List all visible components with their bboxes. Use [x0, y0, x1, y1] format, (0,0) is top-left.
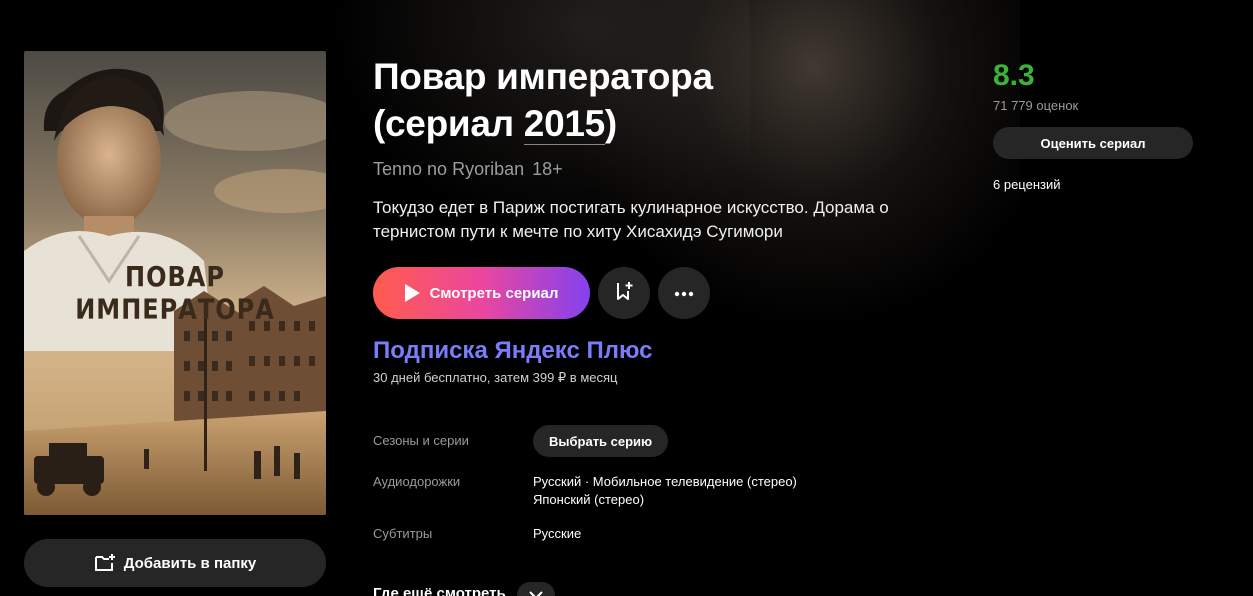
seasons-label: Сезоны и серии: [373, 433, 469, 448]
choose-episode-button[interactable]: Выбрать серию: [533, 425, 669, 457]
more-dots-icon: [674, 284, 694, 302]
chevron-down-icon: [529, 586, 543, 596]
title-line2: (сериал 2015): [373, 100, 793, 147]
bookmark-button[interactable]: [598, 267, 650, 319]
subscription-subtitle: 30 дней бесплатно, затем 399 ₽ в месяц: [373, 370, 618, 385]
subscription-title[interactable]: Подписка Яндекс Плюс: [373, 337, 653, 365]
folder-plus-icon: [94, 553, 116, 573]
subtitles-value: Русские: [533, 526, 582, 541]
title-line1: Повар императора: [373, 56, 713, 97]
description: Токудзо едет в Париж постигать кулинарно…: [373, 198, 889, 241]
rate-series-button[interactable]: Оценить сериал: [993, 127, 1193, 159]
audio-label: Аудиодорожки: [373, 474, 461, 489]
bookmark-plus-icon: [613, 280, 635, 307]
rating-count: 71 779 оценок: [993, 98, 1079, 113]
rating-value: 8.3: [993, 59, 1035, 92]
audio-track-1: Русский · Мобильное телевидение (стерео): [533, 474, 797, 489]
year-link[interactable]: 2015: [523, 103, 605, 145]
watch-series-button[interactable]: Смотреть сериал: [373, 267, 590, 319]
add-to-folder-button[interactable]: Добавить в папку: [24, 539, 326, 587]
more-button[interactable]: [658, 267, 710, 319]
age-rating: 18+: [532, 159, 563, 179]
original-title-text: Tenno no Ryoriban: [373, 159, 525, 179]
where-to-watch-toggle[interactable]: [517, 582, 555, 596]
add-to-folder-label: Добавить в папку: [123, 554, 257, 572]
where-to-watch-heading: Где ещё смотреть: [373, 585, 506, 596]
page-title: Повар императора (сериал 2015): [373, 53, 793, 147]
subtitles-label: Субтитры: [373, 526, 433, 541]
original-title: Tenno no Ryoriban 18+: [373, 159, 563, 180]
watch-series-label: Смотреть сериал: [429, 284, 559, 302]
audio-track-2: Японский (стерео): [533, 492, 645, 507]
audio-tracks: Русский · Мобильное телевидение (стерео)…: [533, 473, 797, 509]
title-line2-prefix: (сериал: [373, 103, 524, 144]
title-line2-suffix: ): [604, 103, 617, 144]
play-icon: [404, 284, 420, 302]
poster-image: ПОВАР ИМПЕРАТОРА: [24, 51, 326, 515]
reviews-link[interactable]: 6 рецензий: [993, 177, 1061, 192]
poster-title: ПОВАР ИМПЕРАТОРА: [75, 260, 275, 326]
